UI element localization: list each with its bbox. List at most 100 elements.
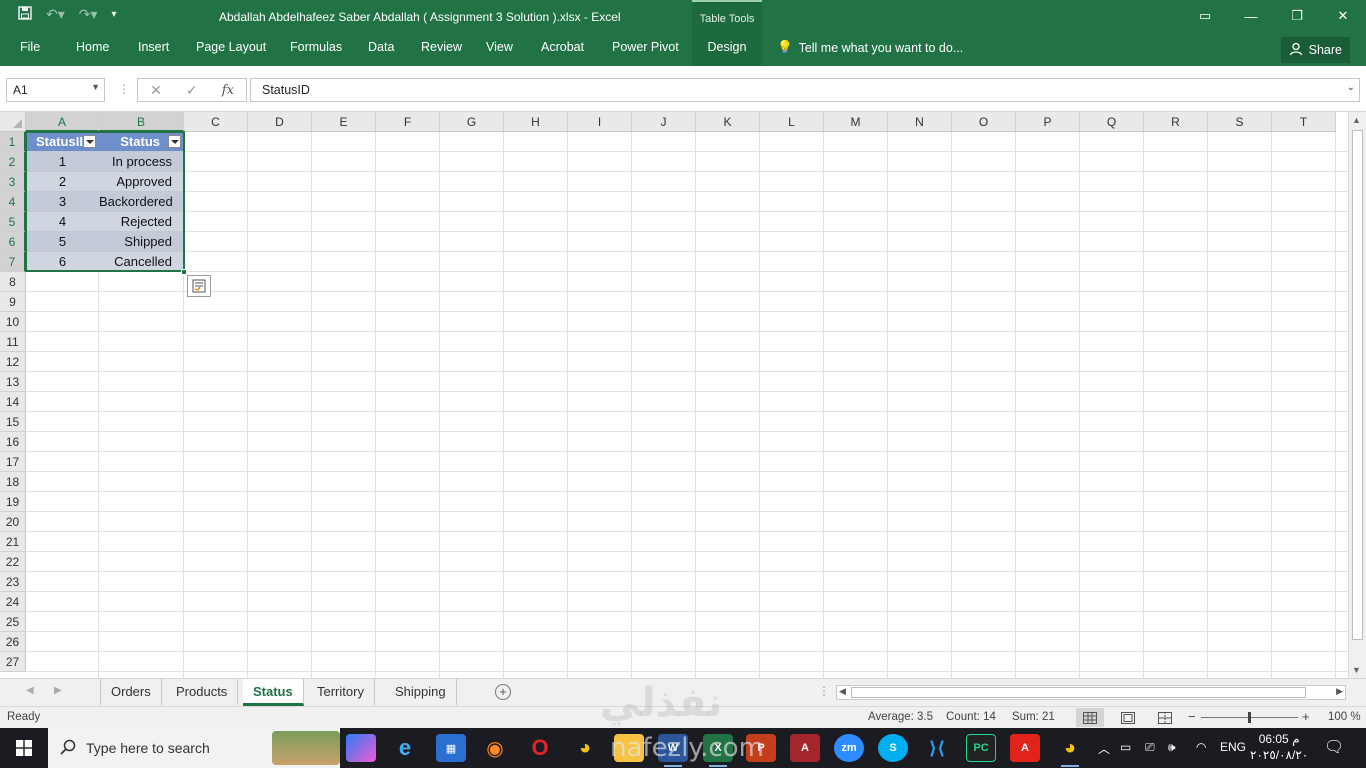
store-icon[interactable]: ▦	[436, 734, 466, 762]
table-cell-status[interactable]: Backordered	[99, 192, 184, 212]
filter-dropdown-icon[interactable]	[168, 135, 181, 148]
tab-page-layout[interactable]: Page Layout	[196, 40, 266, 54]
row-header-17[interactable]: 17	[0, 452, 26, 472]
cancel-entry-icon[interactable]: ✕	[150, 82, 162, 99]
column-header-a[interactable]: A	[26, 112, 99, 132]
tab-power-pivot[interactable]: Power Pivot	[612, 40, 679, 54]
grip-icon[interactable]: ⋮	[118, 82, 130, 96]
copilot-icon[interactable]	[346, 734, 376, 762]
excel-icon[interactable]: X	[703, 734, 733, 767]
sheet-tab-orders[interactable]: Orders	[100, 679, 162, 705]
row-header-27[interactable]: 27	[0, 652, 26, 672]
access-icon[interactable]: A	[790, 734, 820, 762]
table-cell-statusid[interactable]: 5	[26, 232, 99, 252]
normal-view-icon[interactable]	[1076, 708, 1104, 727]
acrobat-icon[interactable]: A	[1010, 734, 1040, 762]
zoom-in-icon[interactable]: +	[1302, 709, 1310, 724]
clock[interactable]: 06:05 م ٢٠٢٥/٠٨/٢٠	[1250, 731, 1308, 763]
customize-qat-icon[interactable]: ▾	[112, 9, 117, 20]
row-header-9[interactable]: 9	[0, 292, 26, 312]
page-break-view-icon[interactable]	[1151, 708, 1179, 727]
zoom-slider-knob[interactable]	[1248, 712, 1251, 723]
opera-icon[interactable]: O	[525, 734, 555, 762]
column-header-e[interactable]: E	[312, 112, 376, 132]
sheet-tab-territory[interactable]: Territory	[307, 679, 375, 705]
vscode-icon[interactable]: ⟩⟨	[922, 734, 952, 762]
row-header-10[interactable]: 10	[0, 312, 26, 332]
table-cell-statusid[interactable]: 1	[26, 152, 99, 172]
row-header-21[interactable]: 21	[0, 532, 26, 552]
tab-acrobat[interactable]: Acrobat	[541, 40, 584, 54]
tab-design[interactable]: Design	[692, 34, 762, 66]
zoom-icon[interactable]: zm	[834, 734, 864, 762]
column-header-q[interactable]: Q	[1080, 112, 1144, 132]
tab-review[interactable]: Review	[421, 40, 462, 54]
share-button[interactable]: Share	[1280, 37, 1350, 63]
column-header-f[interactable]: F	[376, 112, 440, 132]
minimize-button[interactable]: —	[1228, 0, 1274, 32]
word-icon[interactable]: W	[658, 734, 688, 767]
tab-formulas[interactable]: Formulas	[290, 40, 342, 54]
table-cell-statusid[interactable]: 4	[26, 212, 99, 232]
row-header-26[interactable]: 26	[0, 632, 26, 652]
pycharm-icon[interactable]: PC	[966, 734, 996, 762]
edge-icon[interactable]: e	[390, 734, 420, 762]
column-header-c[interactable]: C	[184, 112, 248, 132]
tell-me-box[interactable]: 💡 Tell me what you want to do...	[777, 40, 963, 55]
filter-dropdown-icon[interactable]	[83, 135, 96, 148]
tab-insert[interactable]: Insert	[138, 40, 169, 54]
next-sheet-icon[interactable]: ▶	[54, 685, 62, 696]
row-header-18[interactable]: 18	[0, 472, 26, 492]
restore-button[interactable]: ❐	[1274, 0, 1320, 32]
wifi-icon[interactable]: ◠	[1196, 740, 1206, 754]
row-header-2[interactable]: 2	[0, 152, 26, 172]
insert-function-icon[interactable]: fx	[222, 83, 234, 98]
column-header-h[interactable]: H	[504, 112, 568, 132]
column-header-s[interactable]: S	[1208, 112, 1272, 132]
column-header-k[interactable]: K	[696, 112, 760, 132]
quick-analysis-icon[interactable]	[187, 275, 211, 297]
scroll-thumb[interactable]	[851, 687, 1306, 698]
row-header-13[interactable]: 13	[0, 372, 26, 392]
column-header-t[interactable]: T	[1272, 112, 1336, 132]
sheet-tab-shipping[interactable]: Shipping	[385, 679, 457, 705]
column-header-i[interactable]: I	[568, 112, 632, 132]
column-header-m[interactable]: M	[824, 112, 888, 132]
column-header-r[interactable]: R	[1144, 112, 1208, 132]
row-header-5[interactable]: 5	[0, 212, 26, 232]
row-header-15[interactable]: 15	[0, 412, 26, 432]
row-header-20[interactable]: 20	[0, 512, 26, 532]
chrome-profile-icon[interactable]: ◕	[1055, 734, 1085, 767]
scroll-up-icon[interactable]: ▲	[1352, 115, 1361, 125]
column-header-g[interactable]: G	[440, 112, 504, 132]
row-header-11[interactable]: 11	[0, 332, 26, 352]
page-layout-view-icon[interactable]	[1114, 708, 1142, 727]
tab-file[interactable]: File	[20, 40, 40, 54]
powerpoint-icon[interactable]: P	[746, 734, 776, 762]
horizontal-scrollbar[interactable]: ◀ ▶	[836, 685, 1346, 700]
chrome-icon[interactable]: ◕	[570, 734, 600, 762]
taskbar-search[interactable]: Type here to search	[48, 728, 340, 768]
table-cell-statusid[interactable]: 2	[26, 172, 99, 192]
zoom-level[interactable]: 100 %	[1328, 711, 1361, 723]
column-header-b[interactable]: B	[99, 112, 184, 132]
row-header-19[interactable]: 19	[0, 492, 26, 512]
volume-icon[interactable]: 🕪	[1168, 740, 1176, 755]
notifications-icon[interactable]: 🗨	[1324, 737, 1344, 757]
row-header-4[interactable]: 4	[0, 192, 26, 212]
scroll-down-icon[interactable]: ▼	[1352, 665, 1361, 675]
tab-data[interactable]: Data	[368, 40, 394, 54]
table-cell-status[interactable]: Cancelled	[99, 252, 184, 272]
worksheet-grid[interactable]: ABCDEFGHIJKLMNOPQRST 1 2 3 4 5 6 7 8 9 10 11 12 13 14…	[0, 112, 1348, 678]
zoom-slider[interactable]	[1201, 712, 1298, 723]
camera-icon[interactable]: ⎚	[1145, 740, 1155, 755]
column-header-j[interactable]: J	[632, 112, 696, 132]
vertical-scrollbar[interactable]: ▲ ▼	[1348, 112, 1366, 678]
network-icon[interactable]: ▭	[1120, 740, 1131, 754]
sheet-tab-status[interactable]: Status	[243, 679, 304, 706]
table-cell-status[interactable]: Approved	[99, 172, 184, 192]
file-explorer-icon[interactable]	[614, 734, 644, 762]
column-header-p[interactable]: P	[1016, 112, 1080, 132]
skype-icon[interactable]: S	[878, 734, 908, 762]
table-cell-statusid[interactable]: 3	[26, 192, 99, 212]
